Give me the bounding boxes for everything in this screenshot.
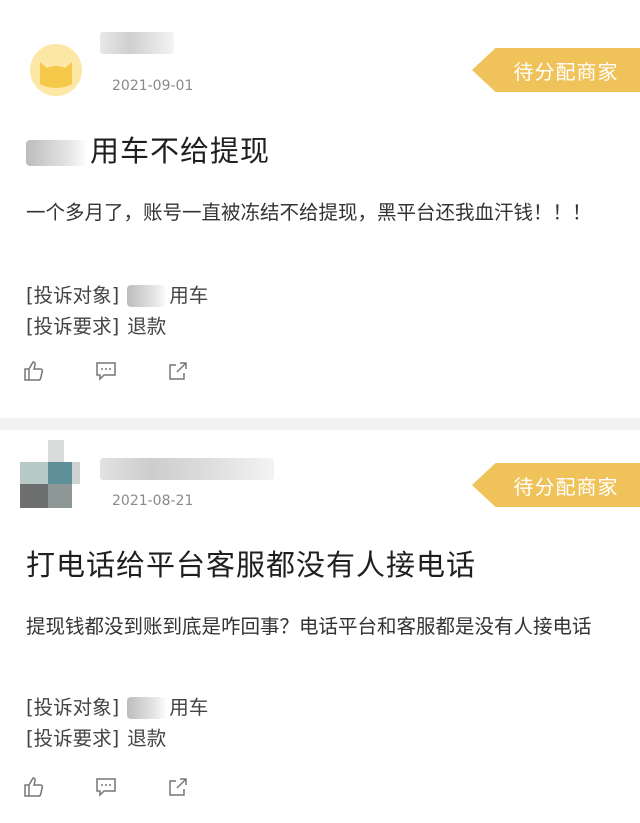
complaint-demand-value: 退款 (127, 315, 167, 338)
status-badge: 待分配商家 (472, 463, 640, 507)
like-button[interactable] (22, 772, 94, 802)
complaint-target-row: [投诉对象] 用车 (26, 280, 208, 311)
post-body: 一个多月了，账号一直被冻结不给提现，黑平台还我血汗钱！！！ (26, 201, 592, 224)
pixelated-avatar-icon (20, 440, 80, 512)
complaint-demand-row: [投诉要求] 退款 (26, 311, 208, 342)
complaint-target-row: [投诉对象] 用车 (26, 692, 208, 723)
complaint-demand-label: [投诉要求] (26, 727, 120, 750)
post-actions (22, 772, 238, 802)
post-date: 2021-08-21 (112, 493, 194, 509)
avatar (20, 440, 80, 512)
comment-icon (96, 362, 116, 381)
username-blurred (100, 32, 174, 54)
username-blurred (100, 458, 274, 480)
share-icon (169, 778, 187, 796)
redacted-text (127, 284, 168, 307)
redacted-text (26, 140, 88, 166)
post-body: 提现钱都没到账到底是咋回事？电话平台和客服都是没有人接电话 (26, 615, 592, 638)
comment-button[interactable] (94, 772, 166, 802)
complaint-card[interactable]: 2021-09-01 待分配商家 用车不给提现 一个多月了，账号一直被冻结不给提… (0, 0, 640, 418)
card-separator (0, 418, 640, 430)
complaint-target-label: [投诉对象] (26, 284, 120, 307)
complaint-demand-row: [投诉要求] 退款 (26, 723, 208, 754)
avatar (30, 44, 82, 96)
share-button[interactable] (166, 772, 238, 802)
comment-icon (96, 778, 116, 797)
share-icon (169, 362, 187, 380)
comment-button[interactable] (94, 356, 166, 386)
post-title[interactable]: 打电话给平台客服都没有人接电话 (26, 542, 476, 584)
complaint-demand-value: 退款 (127, 727, 167, 750)
redacted-text (127, 696, 168, 719)
complaint-target-value: 用车 (169, 284, 209, 307)
post-date: 2021-09-01 (112, 78, 194, 94)
post-actions (22, 356, 238, 386)
complaint-meta: [投诉对象] 用车 [投诉要求] 退款 (26, 280, 208, 342)
complaint-target-value: 用车 (169, 696, 209, 719)
share-button[interactable] (166, 356, 238, 386)
cat-avatar-icon (30, 44, 82, 96)
complaint-meta: [投诉对象] 用车 [投诉要求] 退款 (26, 692, 208, 754)
status-badge: 待分配商家 (472, 48, 640, 92)
thumb-up-icon (24, 361, 44, 381)
post-title[interactable]: 用车不给提现 (26, 128, 270, 170)
like-button[interactable] (22, 356, 94, 386)
complaint-demand-label: [投诉要求] (26, 315, 120, 338)
complaint-target-label: [投诉对象] (26, 696, 120, 719)
thumb-up-icon (24, 777, 44, 797)
